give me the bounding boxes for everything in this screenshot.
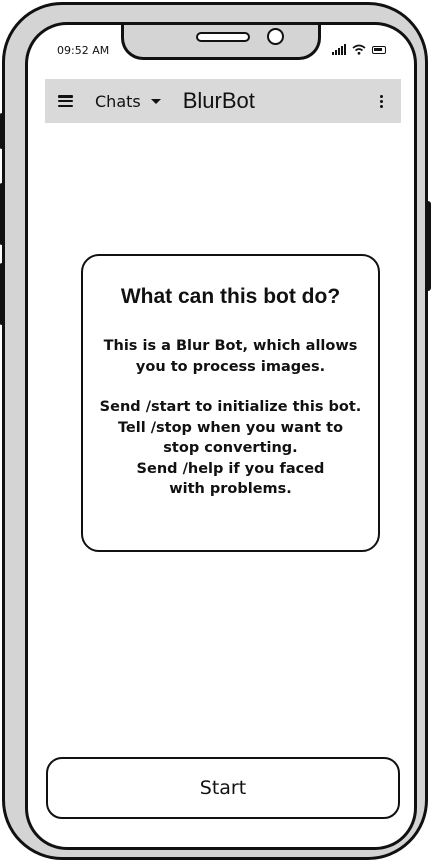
toolbar: Chats BlurBot (45, 79, 401, 123)
camera (267, 28, 284, 45)
notch (121, 25, 321, 60)
kebab-icon[interactable] (380, 95, 384, 108)
bot-info-card: What can this bot do? This is a Blur Bot… (81, 254, 380, 552)
bot-info-line: Send /help if you faced with problems. (136, 460, 325, 498)
status-time: 09:52 AM (57, 44, 110, 57)
chats-dropdown[interactable]: Chats (95, 92, 161, 111)
caret-down-icon (150, 98, 161, 104)
bot-info-line: Tell /stop when you want to stop convert… (117, 419, 344, 457)
wifi-icon (352, 44, 366, 55)
battery-icon (372, 46, 386, 54)
phone-screen: 09:52 AM Chats BlurBot What can this bot… (25, 22, 417, 850)
side-button-left-middle (0, 183, 5, 245)
side-button-left-top (0, 113, 5, 149)
signal-icon (332, 44, 346, 55)
bot-info-line: This is a Blur Bot, which allows you to … (103, 338, 358, 375)
chats-dropdown-label: Chats (95, 91, 141, 111)
speaker (196, 32, 250, 42)
hamburger-icon[interactable] (58, 95, 73, 107)
side-button-right (425, 201, 431, 291)
side-button-left-bottom (0, 263, 5, 325)
bot-info-body: This is a Blur Bot, which allows you to … (83, 336, 378, 500)
start-button[interactable]: Start (46, 757, 400, 819)
bot-info-title: What can this bot do? (120, 285, 341, 308)
bot-info-line: Send /start to initialize this bot. (99, 399, 362, 415)
app-title: BlurBot (182, 88, 255, 113)
status-icons (332, 44, 386, 55)
phone-frame: 09:52 AM Chats BlurBot What can this bot… (0, 2, 431, 860)
